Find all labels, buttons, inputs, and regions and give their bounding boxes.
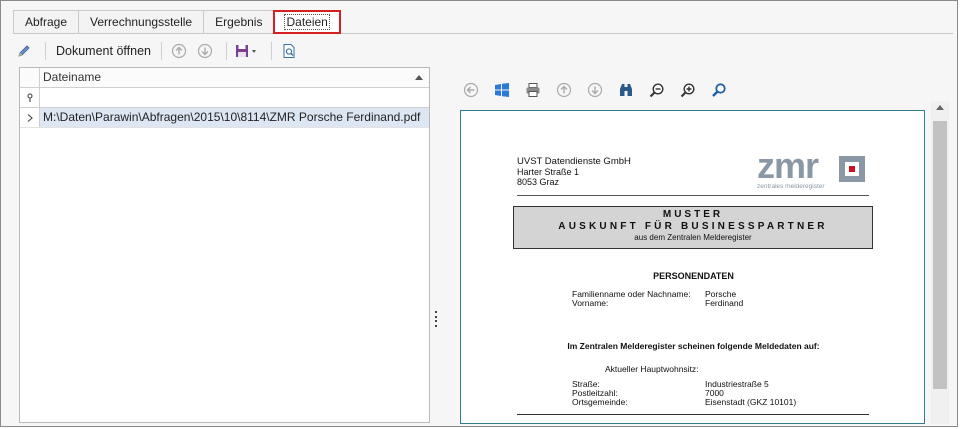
tab-dateien[interactable]: Dateien bbox=[273, 10, 341, 34]
sender-city: 8053 Graz bbox=[517, 177, 560, 187]
app-window: Abfrage Verrechnungsstelle Ergebnis Date… bbox=[0, 0, 958, 427]
page-up-icon[interactable] bbox=[553, 79, 575, 101]
hauptwohnsitz-label: Aktueller Hauptwohnsitz: bbox=[605, 364, 699, 374]
pdf-page: UVST Datendienste GmbH Harter Straße 1 8… bbox=[461, 111, 924, 423]
binoculars-icon[interactable] bbox=[615, 79, 637, 101]
divider bbox=[517, 414, 869, 415]
panel-splitter[interactable] bbox=[434, 311, 438, 327]
viewer-scrollbar[interactable] bbox=[931, 101, 949, 424]
file-toolbar: Dokument öffnen bbox=[13, 38, 304, 64]
row-pointer-icon bbox=[27, 113, 33, 122]
sort-ascending-icon bbox=[415, 75, 423, 80]
tab-ergebnis[interactable]: Ergebnis bbox=[203, 10, 275, 34]
arrow-up-circle-icon[interactable] bbox=[168, 40, 190, 62]
tab-verrechnungsstelle[interactable]: Verrechnungsstelle bbox=[78, 10, 205, 34]
sender-street: Harter Straße 1 bbox=[517, 167, 580, 177]
filter-indicator bbox=[20, 88, 40, 107]
ort-label: Ortsgemeinde: bbox=[572, 397, 628, 407]
vorname-value: Ferdinand bbox=[705, 298, 744, 308]
column-header-label: Dateiname bbox=[43, 70, 102, 84]
toolbar-separator bbox=[45, 42, 46, 60]
row-indicator bbox=[20, 108, 40, 127]
preview-icon[interactable] bbox=[278, 40, 300, 62]
document-viewer[interactable]: UVST Datendienste GmbH Harter Straße 1 8… bbox=[460, 110, 925, 424]
save-dropdown-icon[interactable] bbox=[233, 40, 261, 62]
sender-address: UVST Datendienste GmbH Harter Straße 1 8… bbox=[517, 156, 631, 188]
column-header-dateiname[interactable]: Dateiname bbox=[40, 68, 429, 87]
grid-header: Dateiname bbox=[20, 68, 429, 88]
tab-bar: Abfrage Verrechnungsstelle Ergebnis Date… bbox=[13, 10, 341, 34]
scroll-thumb[interactable] bbox=[933, 121, 947, 389]
muster-title: MUSTER bbox=[662, 209, 724, 220]
zoom-in-icon[interactable] bbox=[677, 79, 699, 101]
divider bbox=[517, 195, 869, 196]
toolbar-separator bbox=[225, 42, 227, 60]
pencil-icon[interactable] bbox=[13, 40, 35, 62]
filter-pin-icon bbox=[26, 92, 33, 102]
print-icon[interactable] bbox=[522, 79, 544, 101]
filename-cell[interactable]: M:\Daten\Parawin\Abfragen\2015\10\8114\Z… bbox=[40, 108, 429, 127]
muster-box: MUSTER AUSKUNFT FÜR BUSINESSPARTNER aus … bbox=[513, 206, 873, 249]
arrow-down-circle-icon[interactable] bbox=[194, 40, 216, 62]
toolbar-separator bbox=[270, 42, 272, 60]
viewer-toolbar bbox=[460, 79, 739, 101]
tab-dateien-label: Dateien bbox=[284, 14, 330, 30]
tab-abfrage[interactable]: Abfrage bbox=[13, 10, 80, 34]
ort-value: Eisenstadt (GKZ 10101) bbox=[705, 397, 797, 407]
tab-underline bbox=[13, 33, 953, 34]
grid-filter-row[interactable] bbox=[20, 88, 429, 108]
scroll-up-icon[interactable] bbox=[936, 105, 944, 110]
section-title: PERSONENDATEN bbox=[653, 271, 734, 281]
grid-indicator-header bbox=[20, 68, 40, 87]
zmr-logo: zmr zentrales melderegister bbox=[757, 145, 869, 191]
page-down-icon[interactable] bbox=[584, 79, 606, 101]
logo-square-icon bbox=[839, 156, 865, 182]
back-circle-icon[interactable] bbox=[460, 79, 482, 101]
toolbar-separator bbox=[160, 42, 162, 60]
table-row[interactable]: M:\Daten\Parawin\Abfragen\2015\10\8114\Z… bbox=[20, 108, 429, 128]
zoom-out-icon[interactable] bbox=[646, 79, 668, 101]
logo-text: zmr bbox=[757, 145, 819, 186]
search-icon[interactable] bbox=[708, 79, 730, 101]
file-grid: Dateiname M:\Daten\Parawin\Abfragen\2015… bbox=[19, 67, 430, 423]
filter-input[interactable] bbox=[40, 88, 429, 107]
windows-icon[interactable] bbox=[491, 79, 513, 101]
muster-source: aus dem Zentralen Melderegister bbox=[634, 233, 752, 242]
sender-name: UVST Datendienste GmbH bbox=[517, 156, 631, 167]
vorname-label: Vorname: bbox=[572, 298, 609, 308]
meldedaten-lead: Im Zentralen Melderegister scheinen folg… bbox=[567, 341, 820, 351]
muster-subtitle: AUSKUNFT FÜR BUSINESSPARTNER bbox=[558, 221, 828, 232]
open-document-button[interactable]: Dokument öffnen bbox=[52, 44, 155, 58]
logo-subtitle: zentrales melderegister bbox=[757, 183, 825, 190]
